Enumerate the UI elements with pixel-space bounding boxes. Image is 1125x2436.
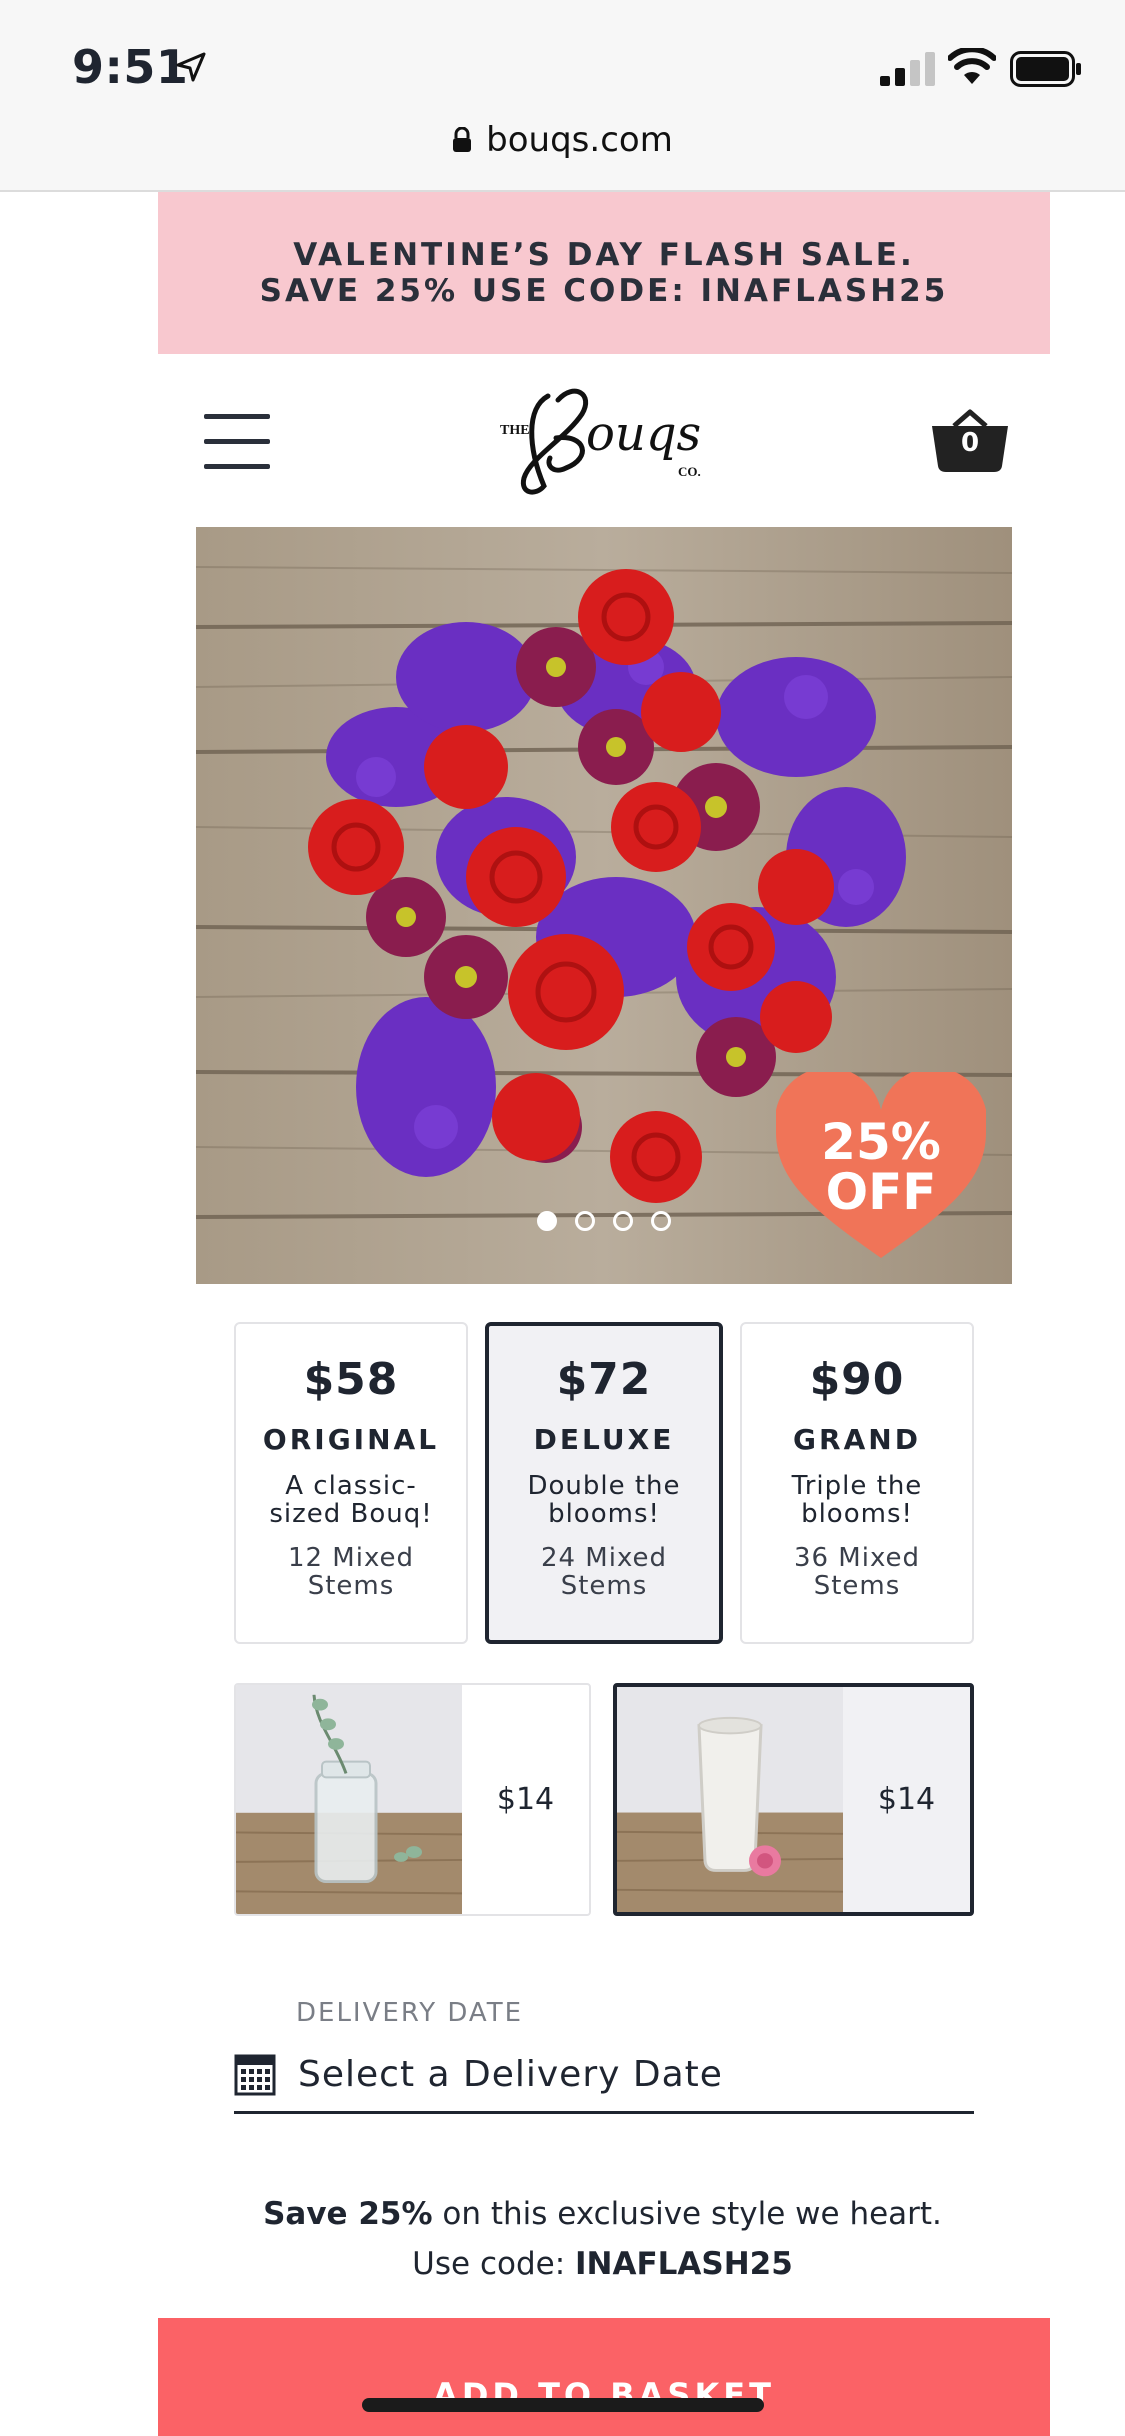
- wifi-icon: [948, 48, 996, 84]
- url-text[interactable]: bouqs.com: [486, 120, 673, 160]
- promo-note-code: INAFLASH25: [575, 2246, 793, 2282]
- size-option-original[interactable]: $58 ORIGINAL A classic-sized Bouq! 12 Mi…: [234, 1322, 468, 1644]
- carousel-dots[interactable]: [196, 1211, 1012, 1231]
- size-price: $90: [809, 1354, 905, 1405]
- svg-text:THE: THE: [500, 423, 530, 438]
- calendar-icon: [234, 2054, 276, 2096]
- delivery-date-label: DELIVERY DATE: [296, 1998, 524, 2028]
- carousel-dot[interactable]: [575, 1211, 595, 1231]
- vase-option-glass-jar[interactable]: $14: [234, 1683, 591, 1916]
- home-indicator[interactable]: [362, 2398, 764, 2412]
- size-price: $58: [303, 1354, 399, 1405]
- size-stems: 24 Mixed Stems: [540, 1543, 668, 1601]
- delivery-date-field[interactable]: Select a Delivery Date: [234, 2044, 974, 2114]
- location-arrow-icon: [176, 52, 206, 82]
- vase-price: $14: [843, 1687, 970, 1912]
- promo-note-line-1: Save 25% on this exclusive style we hear…: [263, 2196, 942, 2232]
- size-options: $58 ORIGINAL A classic-sized Bouq! 12 Mi…: [234, 1322, 974, 1644]
- glass-jar-vase-image: [236, 1685, 462, 1914]
- promo-banner[interactable]: VALENTINE’S DAY FLASH SALE. SAVE 25% USE…: [158, 192, 1050, 354]
- vase-option-ceramic[interactable]: $14: [613, 1683, 974, 1916]
- vase-price: $14: [496, 1782, 555, 1817]
- svg-text:CO.: CO.: [678, 464, 701, 479]
- carousel-dot[interactable]: [537, 1211, 557, 1231]
- promo-note-line-2: Use code: INAFLASH25: [412, 2246, 793, 2282]
- browser-url-bar[interactable]: bouqs.com: [0, 110, 1125, 192]
- basket-count: 0: [960, 428, 980, 458]
- size-name: DELUXE: [533, 1423, 675, 1456]
- size-description: A classic-sized Bouq!: [269, 1471, 433, 1529]
- ceramic-vase-image: [617, 1687, 843, 1912]
- lock-icon: [453, 127, 472, 152]
- carousel-dot[interactable]: [613, 1211, 633, 1231]
- vase-options: $14 $14: [234, 1683, 974, 1916]
- size-description: Double the blooms!: [527, 1471, 681, 1529]
- promo-line-2: SAVE 25% USE CODE: INAFLASH25: [259, 273, 949, 309]
- bouqs-logo-icon[interactable]: THE ouqs CO.: [496, 378, 716, 500]
- size-name: GRAND: [793, 1423, 921, 1456]
- discount-badge-text: 25% OFF: [821, 1113, 941, 1221]
- size-option-deluxe[interactable]: $72 DELUXE Double the blooms! 24 Mixed S…: [485, 1322, 723, 1644]
- battery-icon: [1010, 51, 1081, 87]
- svg-text:ouqs: ouqs: [586, 406, 701, 462]
- size-price: $72: [556, 1354, 652, 1405]
- size-stems: 12 Mixed Stems: [287, 1543, 415, 1601]
- add-to-basket-button[interactable]: ADD TO BASKET: [158, 2318, 1050, 2436]
- hamburger-menu-icon[interactable]: [204, 412, 270, 472]
- status-time: 9:51: [72, 40, 189, 94]
- size-stems: 36 Mixed Stems: [793, 1543, 921, 1601]
- delivery-date-placeholder[interactable]: Select a Delivery Date: [298, 2054, 723, 2095]
- product-image-carousel[interactable]: 25% OFF: [196, 527, 1012, 1284]
- size-option-grand[interactable]: $90 GRAND Triple the blooms! 36 Mixed St…: [740, 1322, 974, 1644]
- size-description: Triple the blooms!: [791, 1471, 923, 1529]
- signal-icon: [880, 52, 935, 86]
- promo-code: INAFLASH25: [700, 273, 949, 309]
- promo-line-1: VALENTINE’S DAY FLASH SALE.: [293, 237, 915, 273]
- carousel-dot[interactable]: [651, 1211, 671, 1231]
- size-name: ORIGINAL: [262, 1423, 440, 1456]
